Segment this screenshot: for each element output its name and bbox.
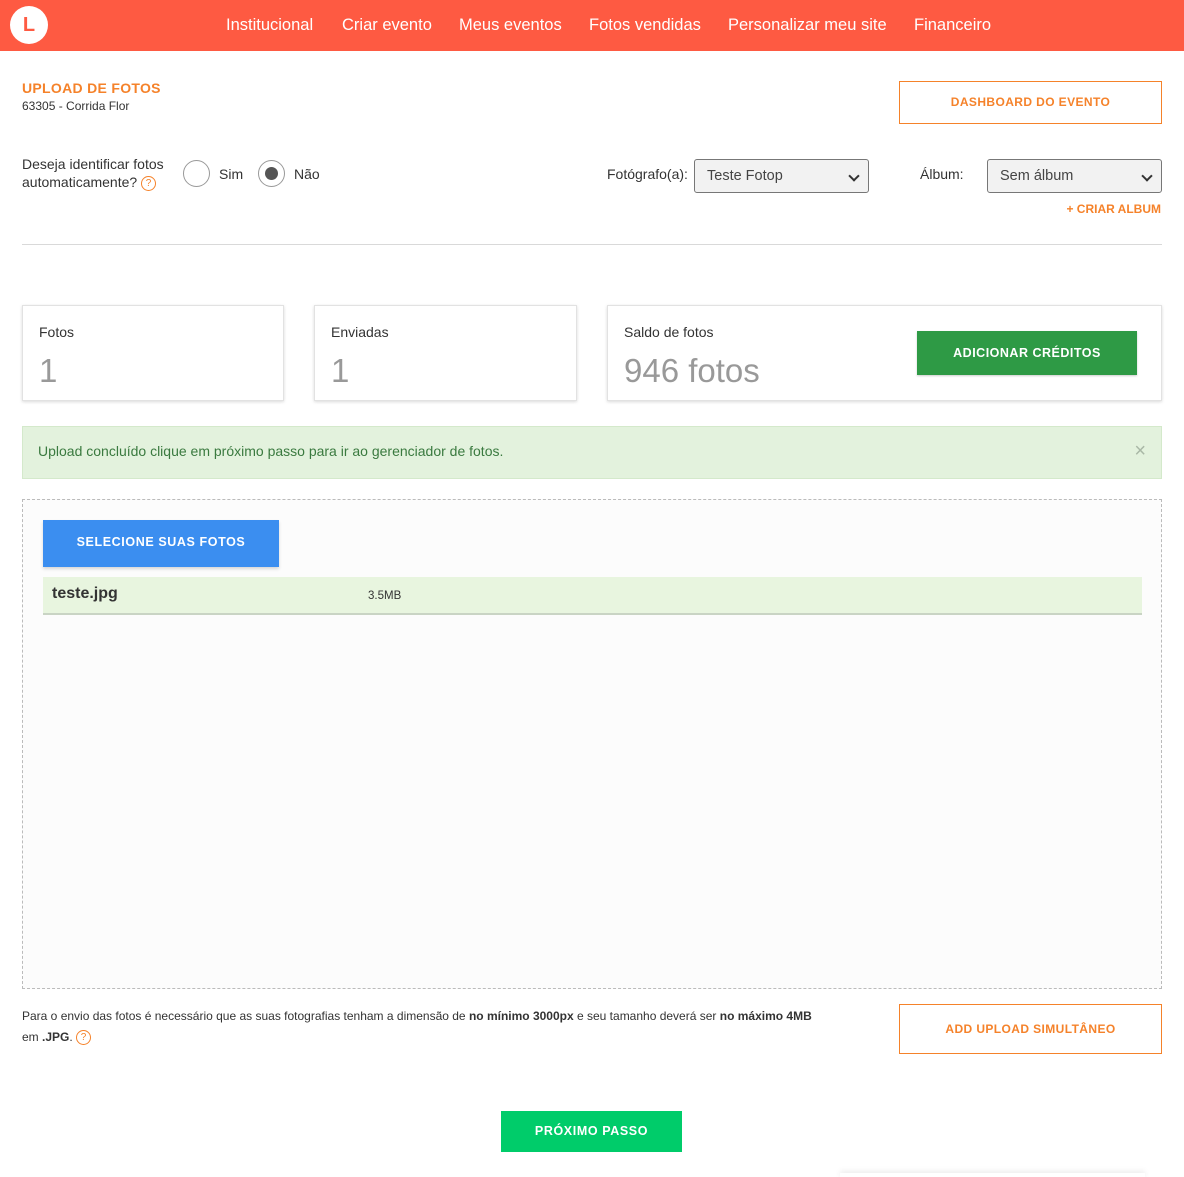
photos-count-card: Fotos 1 (22, 305, 284, 401)
photo-balance-value: 946 fotos (624, 352, 760, 389)
radio-nao[interactable] (258, 160, 285, 187)
photographer-select[interactable]: Teste Fotop (694, 159, 869, 193)
album-label: Álbum: (920, 166, 964, 182)
page-title: UPLOAD DE FOTOS (22, 80, 161, 96)
photographer-label: Fotógrafo(a): (607, 166, 688, 182)
top-navbar: L Institucional Criar evento Meus evento… (0, 0, 1184, 51)
radio-sim[interactable] (183, 160, 210, 187)
divider (22, 244, 1162, 245)
add-simultaneous-upload-button[interactable]: ADD UPLOAD SIMULTÂNEO (899, 1004, 1162, 1054)
help-icon[interactable]: ? (141, 175, 157, 191)
photo-balance-label: Saldo de fotos (624, 324, 714, 340)
file-row: teste.jpg 3.5MB (43, 577, 1142, 615)
add-credits-button[interactable]: ADICIONAR CRÉDITOS (917, 331, 1137, 375)
nav-item-financeiro[interactable]: Financeiro (914, 16, 991, 35)
upload-dropzone[interactable]: SELECIONE SUAS FOTOS teste.jpg 3.5MB (22, 499, 1162, 989)
radio-nao-label: Não (294, 166, 320, 182)
note-max-size: no máximo 4MB (719, 1009, 812, 1023)
radio-sim-label: Sim (219, 166, 244, 182)
success-alert-text: Upload concluído clique em próximo passo… (38, 443, 504, 459)
sent-count-label: Enviadas (331, 324, 389, 340)
auto-identify-question-line1: Deseja identificar fotos (22, 156, 164, 172)
note-format: .JPG (42, 1030, 70, 1044)
note-text: em (22, 1030, 43, 1044)
chevron-down-icon (848, 170, 860, 182)
create-album-link[interactable]: + CRIAR ALBUM (1066, 202, 1161, 216)
note-text: . (69, 1030, 73, 1044)
note-min-size: no mínimo 3000px (468, 1009, 574, 1023)
close-icon[interactable]: × (1134, 441, 1146, 461)
file-name: teste.jpg (52, 585, 118, 602)
logo-icon[interactable]: L (10, 6, 48, 44)
nav-item-institucional[interactable]: Institucional (226, 16, 313, 35)
sent-count-value: 1 (331, 352, 350, 389)
select-photos-button[interactable]: SELECIONE SUAS FOTOS (43, 520, 279, 567)
next-step-button[interactable]: PRÓXIMO PASSO (501, 1111, 682, 1152)
album-select[interactable]: Sem álbum (987, 159, 1162, 193)
file-size: 3.5MB (368, 590, 402, 602)
album-select-value: Sem álbum (1000, 168, 1074, 184)
floating-panel-edge (840, 1173, 1145, 1177)
dashboard-event-button[interactable]: DASHBOARD DO EVENTO (899, 81, 1162, 124)
nav-item-fotos-vendidas[interactable]: Fotos vendidas (589, 16, 701, 35)
photographer-select-value: Teste Fotop (707, 168, 783, 184)
success-alert: Upload concluído clique em próximo passo… (22, 426, 1162, 479)
nav-item-personalizar-site[interactable]: Personalizar meu site (728, 16, 887, 35)
help-icon[interactable]: ? (76, 1030, 92, 1046)
photos-count-value: 1 (39, 352, 58, 389)
auto-identify-question: Deseja identificar fotos automaticamente… (22, 155, 164, 191)
sent-count-card: Enviadas 1 (314, 305, 577, 401)
event-subtitle: 63305 - Corrida Flor (22, 99, 130, 113)
photos-count-label: Fotos (39, 324, 75, 340)
note-text: Para o envio das fotos é necessário que … (22, 1009, 469, 1023)
auto-identify-question-line2: automaticamente? (22, 174, 138, 190)
chevron-down-icon (1141, 170, 1153, 182)
nav-item-meus-eventos[interactable]: Meus eventos (459, 16, 562, 35)
nav-item-criar-evento[interactable]: Criar evento (342, 16, 432, 35)
upload-requirements-note: Para o envio das fotos é necessário que … (22, 1006, 882, 1048)
note-text: e seu tamanho deverá ser (573, 1009, 720, 1023)
photo-balance-card: Saldo de fotos 946 fotos ADICIONAR CRÉDI… (607, 305, 1162, 401)
